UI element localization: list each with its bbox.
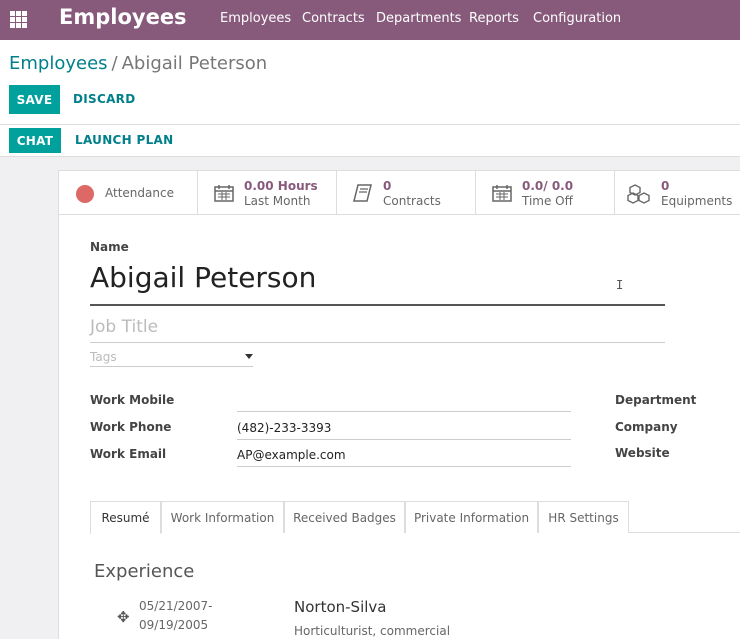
job-title-underline xyxy=(90,342,665,343)
text-cursor-icon: I xyxy=(616,278,624,292)
time-off-value: 0.0/ 0.0 xyxy=(522,179,574,193)
work-email-input[interactable]: AP@example.com xyxy=(237,448,346,462)
save-button[interactable]: SAVE xyxy=(9,85,60,114)
experience-role: Horticulturist, commercial xyxy=(294,624,451,638)
chat-button[interactable]: CHAT xyxy=(9,128,61,153)
department-label: Department xyxy=(615,393,697,407)
menu-reports[interactable]: Reports xyxy=(469,11,519,26)
experience-company[interactable]: Norton-Silva xyxy=(294,598,386,616)
tab-hr-settings[interactable]: HR Settings xyxy=(538,501,629,533)
tags-input[interactable]: Tags xyxy=(90,350,117,364)
time-off-button[interactable]: 0.0/ 0.0 Time Off xyxy=(476,171,615,214)
attendance-label: Attendance xyxy=(105,186,174,200)
work-phone-label: Work Phone xyxy=(90,420,172,434)
name-underline xyxy=(90,304,665,306)
tab-resume[interactable]: Resumé xyxy=(90,501,161,534)
tags-underline xyxy=(90,366,253,367)
work-email-label: Work Email xyxy=(90,447,167,461)
equipments-label: Equipments xyxy=(661,194,733,208)
work-mobile-underline xyxy=(237,411,571,412)
breadcrumb: Employees / Abigail Peterson xyxy=(9,53,267,74)
work-mobile-label: Work Mobile xyxy=(90,393,175,407)
experience-section-title: Experience xyxy=(94,561,195,582)
job-title-input[interactable]: Job Title xyxy=(90,317,158,337)
tab-received-badges[interactable]: Received Badges xyxy=(284,501,405,533)
employee-name-input[interactable]: Abigail Peterson xyxy=(90,261,316,294)
contracts-button[interactable]: 0 Contracts xyxy=(337,171,476,214)
smart-button-box: Attendance 0.00 Hours Last Month 0 Contr… xyxy=(59,171,740,215)
calendar-icon xyxy=(214,184,234,207)
breadcrumb-parent-link[interactable]: Employees xyxy=(9,53,108,74)
breadcrumb-current: Abigail Peterson xyxy=(121,53,268,74)
work-phone-underline xyxy=(237,439,571,440)
tags-dropdown-caret-icon[interactable] xyxy=(245,354,253,359)
time-off-label: Time Off xyxy=(522,194,573,208)
menu-employees[interactable]: Employees xyxy=(220,11,291,26)
drag-handle-icon[interactable]: ✥ xyxy=(117,608,130,626)
menu-departments[interactable]: Departments xyxy=(376,11,461,26)
launch-plan-button[interactable]: LAUNCH PLAN xyxy=(75,133,173,147)
contracts-label: Contracts xyxy=(383,194,441,208)
menu-contracts[interactable]: Contracts xyxy=(302,11,365,26)
tab-work-information[interactable]: Work Information xyxy=(161,501,284,533)
work-phone-input[interactable]: (482)-233-3393 xyxy=(237,421,331,435)
control-panel-divider xyxy=(0,124,740,125)
breadcrumb-separator: / xyxy=(111,53,118,74)
discard-button[interactable]: DISCARD xyxy=(73,92,135,106)
attendance-status-icon xyxy=(76,185,94,203)
apps-menu-icon[interactable] xyxy=(10,11,27,28)
calendar-icon xyxy=(492,184,512,207)
hours-value: 0.00 Hours xyxy=(244,179,318,193)
hours-label: Last Month xyxy=(244,194,311,208)
work-email-underline xyxy=(237,466,571,467)
equipments-button[interactable]: 0 Equipments xyxy=(615,171,740,214)
hours-last-month-button[interactable]: 0.00 Hours Last Month xyxy=(198,171,337,214)
book-icon xyxy=(353,184,373,207)
experience-date-end: 09/19/2005 xyxy=(139,618,209,632)
experience-date-start: 05/21/2007- xyxy=(139,599,213,613)
company-label: Company xyxy=(615,420,678,434)
app-title[interactable]: Employees xyxy=(59,5,187,29)
contracts-value: 0 xyxy=(383,179,392,193)
cubes-icon xyxy=(627,184,653,209)
top-navbar: Employees Employees Contracts Department… xyxy=(0,0,740,40)
tab-private-information[interactable]: Private Information xyxy=(405,501,538,533)
employee-form-sheet: Attendance 0.00 Hours Last Month 0 Contr… xyxy=(58,170,740,639)
menu-configuration[interactable]: Configuration xyxy=(533,11,621,26)
equipments-value: 0 xyxy=(661,179,670,193)
attendance-button[interactable]: Attendance xyxy=(59,171,198,214)
website-label: Website xyxy=(615,446,670,460)
control-panel: Employees / Abigail Peterson SAVE DISCARD … xyxy=(0,40,740,157)
name-label: Name xyxy=(90,240,129,254)
